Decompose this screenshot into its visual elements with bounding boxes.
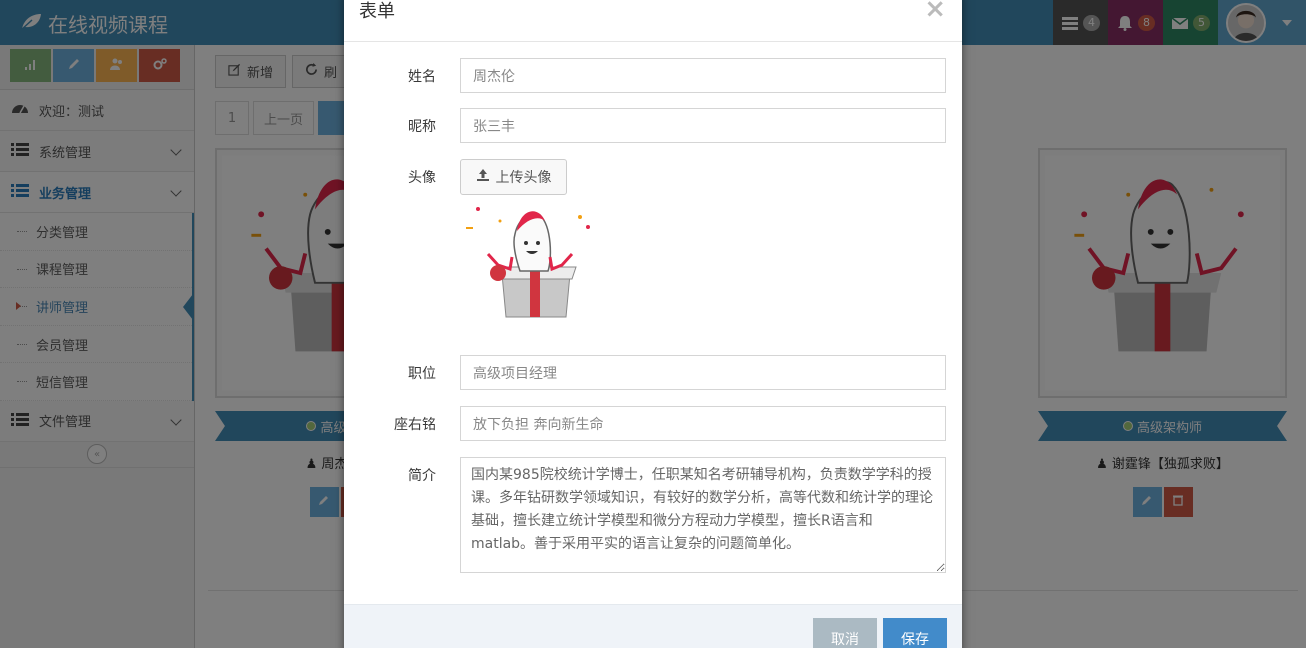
motto-label: 座右铭 (394, 417, 436, 433)
position-input[interactable] (460, 355, 946, 390)
intro-textarea[interactable]: 国内某985院校统计学博士，任职某知名考研辅导机构，负责数学学科的授课。多年钻研… (460, 457, 946, 573)
cancel-button[interactable]: 取消 (813, 618, 877, 648)
modal-title: 表单 (359, 1, 395, 22)
motto-input[interactable] (460, 406, 946, 441)
modal-header: 表单 × (344, 0, 962, 42)
upload-label: 上传头像 (495, 170, 552, 186)
close-icon[interactable]: × (924, 0, 946, 24)
position-label: 职位 (408, 366, 436, 382)
upload-icon (476, 168, 490, 186)
modal-footer: 取消 保存 (344, 604, 962, 648)
save-button[interactable]: 保存 (883, 618, 947, 648)
avatar-preview (460, 199, 600, 327)
form-modal: 表单 × 姓名 昵称 头像 上传头像 职位 座右铭 简介 国内某985院校统计学… (344, 0, 962, 648)
upload-avatar-button[interactable]: 上传头像 (460, 159, 567, 195)
nickname-label: 昵称 (408, 119, 436, 135)
avatar-label: 头像 (408, 170, 436, 186)
name-label: 姓名 (408, 69, 436, 85)
nickname-input[interactable] (460, 108, 946, 143)
name-input[interactable] (460, 58, 946, 93)
intro-label: 简介 (408, 468, 436, 484)
